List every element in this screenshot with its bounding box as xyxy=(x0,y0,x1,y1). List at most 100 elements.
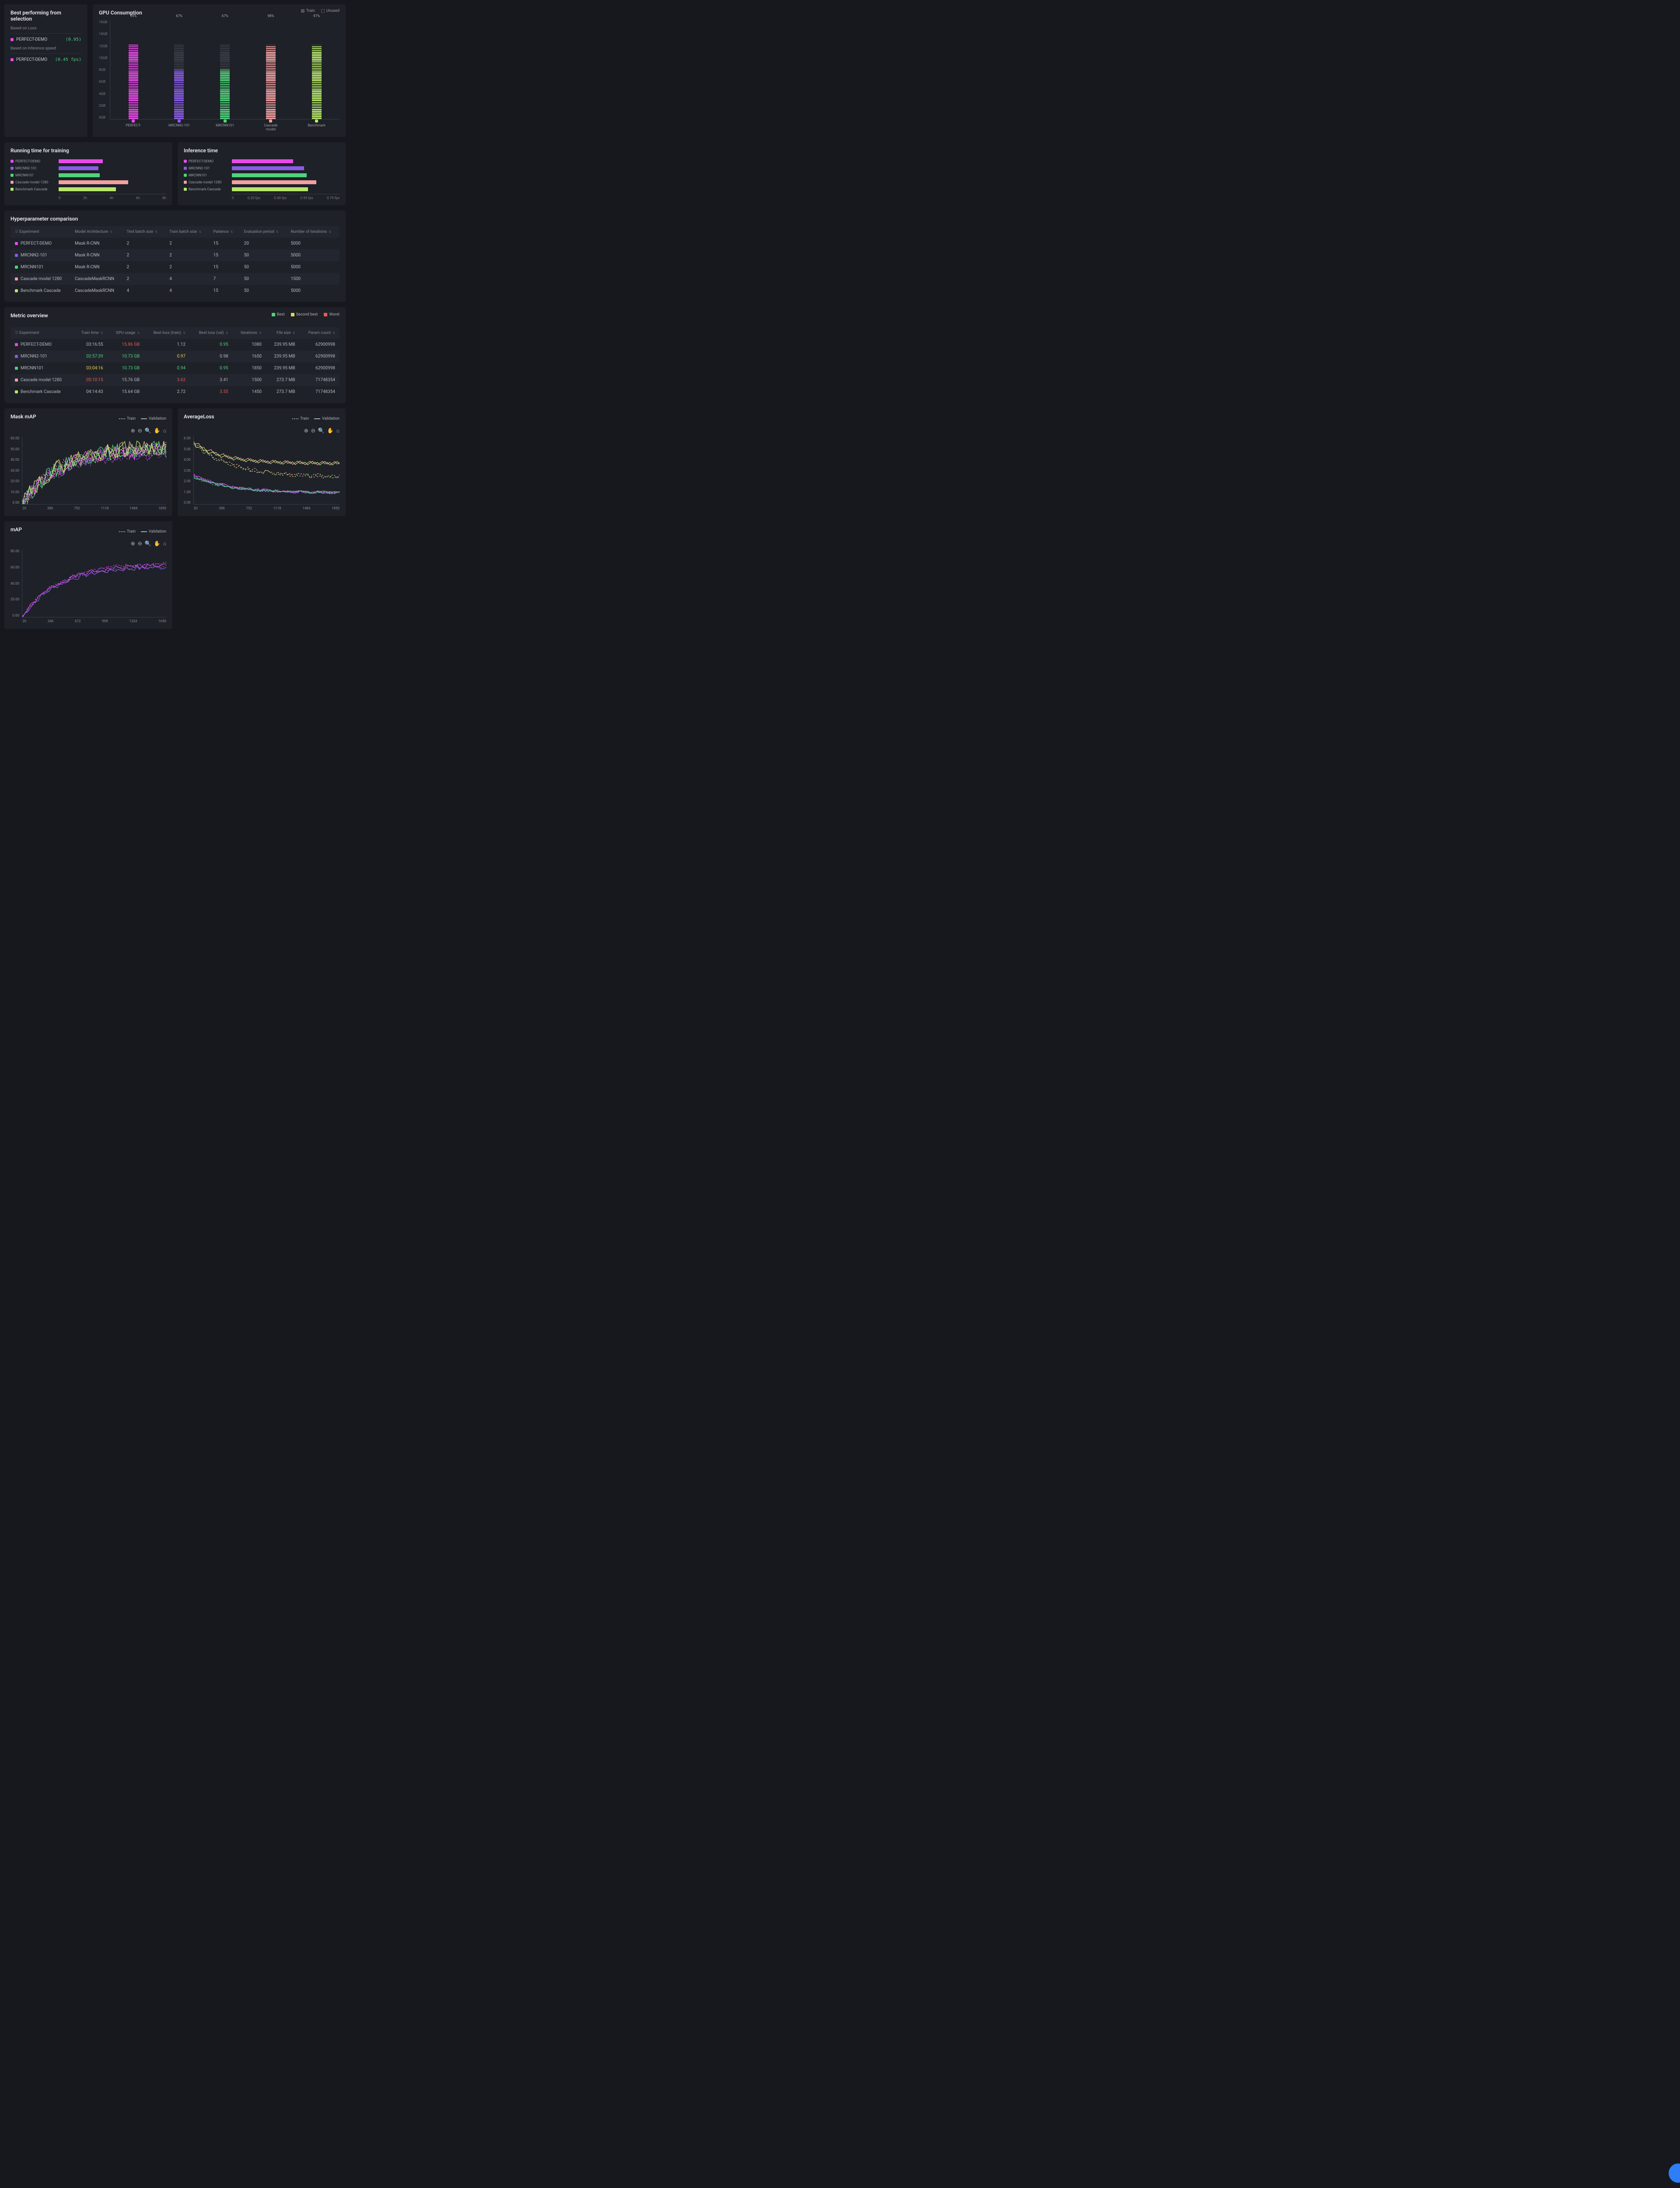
column-header[interactable]: Test batch size ⇅ xyxy=(122,226,165,238)
column-header[interactable]: ☰ Experiment xyxy=(10,327,73,339)
hbar-fill[interactable] xyxy=(232,187,308,191)
zoom-out-icon[interactable]: ⊖ xyxy=(138,540,142,547)
hbar-fill[interactable] xyxy=(59,180,128,184)
table-row[interactable]: MRCNN10103:04:1610.73 GB0.940.951850239.… xyxy=(10,362,340,374)
gpu-bar[interactable]: 67% xyxy=(220,20,230,119)
gpu-pct-label: 67% xyxy=(222,14,228,18)
sort-icon[interactable]: ⇅ xyxy=(101,331,103,335)
sort-icon[interactable]: ⇅ xyxy=(110,230,112,234)
sort-icon[interactable]: ⇅ xyxy=(332,331,335,335)
column-header[interactable]: Param count ⇅ xyxy=(300,327,340,339)
experiment-dot xyxy=(10,58,14,61)
home-icon[interactable]: ⌂ xyxy=(163,428,166,434)
legend-validation: Validation xyxy=(141,417,166,421)
home-icon[interactable]: ⌂ xyxy=(336,428,340,434)
table-row[interactable]: Benchmark CascadeCascadeMaskRCNN44155050… xyxy=(10,285,340,297)
column-header[interactable]: Patience ⇅ xyxy=(209,226,240,238)
hbar-fill[interactable] xyxy=(59,166,98,170)
zoom-out-icon[interactable]: ⊖ xyxy=(311,428,315,434)
sort-icon[interactable]: ⇅ xyxy=(137,331,140,335)
gpu-x-axis: PERFECT-MRCNN2-101MRCNN101Cascade modelB… xyxy=(110,119,340,131)
zoom-in-icon[interactable]: ⊕ xyxy=(131,428,135,434)
table-row[interactable]: MRCNN2-101Mask R-CNN2215505000 xyxy=(10,249,340,261)
chart-toolbar: ⊕⊖🔍✋⌂ xyxy=(10,428,166,434)
sort-icon[interactable]: ⇅ xyxy=(329,230,331,234)
column-header[interactable]: Train batch size ⇅ xyxy=(165,226,209,238)
pan-icon[interactable]: ✋ xyxy=(327,428,334,434)
hbar-fill[interactable] xyxy=(59,187,116,191)
hbar-fill[interactable] xyxy=(59,173,100,177)
gpu-bar[interactable]: 97% xyxy=(312,20,322,119)
column-header[interactable]: Evaluation period ⇅ xyxy=(240,226,287,238)
panel-title: Inference time xyxy=(184,147,340,154)
map-panel: mAPTrainValidation⊕⊖🔍✋⌂80.0060.0040.0020… xyxy=(4,521,172,629)
hbar-fill[interactable] xyxy=(232,159,293,163)
help-fab-button[interactable] xyxy=(1669,2163,1680,2183)
hbar-label: MRCNN101 xyxy=(184,173,230,177)
chart-toolbar: ⊕⊖🔍✋⌂ xyxy=(184,428,340,434)
gpu-x-label: PERFECT- xyxy=(122,119,144,131)
column-header[interactable]: GPU usage ⇅ xyxy=(108,327,144,339)
divider xyxy=(10,33,81,34)
sort-icon[interactable]: ⇅ xyxy=(293,331,295,335)
column-header[interactable]: ☰ Experiment xyxy=(10,226,70,238)
hbar-fill[interactable] xyxy=(232,173,307,177)
based-on-loss-label: Based on Loss: xyxy=(10,26,81,31)
zoom-in-icon[interactable]: ⊕ xyxy=(131,540,135,547)
sort-icon[interactable]: ⇅ xyxy=(276,230,279,234)
hbar-label: MRCNN2-101 xyxy=(10,166,56,170)
hbar-fill[interactable] xyxy=(232,166,304,170)
gpu-bar[interactable]: 67% xyxy=(174,20,184,119)
reset-icon[interactable]: 🔍 xyxy=(145,540,151,547)
table-row[interactable]: PERFECT-DEMO03:16:5515.86 GB1.120.951080… xyxy=(10,339,340,351)
hyperparameter-table: ☰ ExperimentModel Architecture ⇅Test bat… xyxy=(10,226,340,297)
gpu-x-label: Benchmark xyxy=(306,119,328,131)
column-header[interactable]: Best loss (val) ⇅ xyxy=(190,327,233,339)
hbar-label: Benchmark Cascade xyxy=(184,187,230,191)
based-on-speed-label: Based on Inference speed: xyxy=(10,46,81,51)
hbar-label: Cascade model 1280 xyxy=(10,180,56,184)
column-header[interactable]: Train time ⇅ xyxy=(73,327,108,339)
zoom-in-icon[interactable]: ⊕ xyxy=(304,428,308,434)
column-header[interactable]: Best loss (train) ⇅ xyxy=(144,327,190,339)
hbar-fill[interactable] xyxy=(232,180,316,184)
pan-icon[interactable]: ✋ xyxy=(154,428,161,434)
gpu-legend: Train Unused xyxy=(301,9,340,13)
gpu-bar[interactable]: 98% xyxy=(266,20,276,119)
sort-icon[interactable]: ⇅ xyxy=(183,331,186,335)
line-chart-svg[interactable] xyxy=(194,436,340,504)
hbar-row: MRCNN101 xyxy=(232,172,340,178)
table-row[interactable]: PERFECT-DEMOMask R-CNN2215205000 xyxy=(10,238,340,249)
filter-icon[interactable]: ☰ xyxy=(15,230,18,234)
table-row[interactable]: Cascade model 128005:10:1515.76 GB3.623.… xyxy=(10,374,340,386)
hbar-row: MRCNN101 xyxy=(59,172,166,178)
line-chart-svg[interactable] xyxy=(22,549,166,617)
pan-icon[interactable]: ✋ xyxy=(154,540,161,547)
speed-winner-row: PERFECT-DEMO (0.45 fps) xyxy=(10,57,81,62)
column-header[interactable]: File size ⇅ xyxy=(266,327,300,339)
gpu-bar[interactable]: 99% xyxy=(129,20,138,119)
sort-icon[interactable]: ⇅ xyxy=(231,230,233,234)
sort-icon[interactable]: ⇅ xyxy=(155,230,158,234)
reset-icon[interactable]: 🔍 xyxy=(318,428,325,434)
table-row[interactable]: Cascade model 1280CascadeMaskRCNN2475015… xyxy=(10,273,340,285)
line-chart-svg[interactable] xyxy=(22,436,166,504)
table-row[interactable]: Benchmark Cascade04:14:4315.64 GB2.723.5… xyxy=(10,386,340,398)
legend-second-best: Second best xyxy=(291,312,318,317)
table-row[interactable]: MRCNN2-10102:57:3910.73 GB0.970.98165023… xyxy=(10,351,340,362)
filter-icon[interactable]: ☰ xyxy=(15,331,18,335)
sort-icon[interactable]: ⇅ xyxy=(226,331,228,335)
reset-icon[interactable]: 🔍 xyxy=(145,428,151,434)
mask-map-panel: Mask mAPTrainValidation⊕⊖🔍✋⌂60.0050.0040… xyxy=(4,408,172,516)
table-row[interactable]: MRCNN101Mask R-CNN2215505000 xyxy=(10,261,340,273)
sort-icon[interactable]: ⇅ xyxy=(259,331,262,335)
column-header[interactable]: Iterations ⇅ xyxy=(233,327,266,339)
zoom-out-icon[interactable]: ⊖ xyxy=(138,428,142,434)
x-axis: 20386752111814841850 xyxy=(194,506,340,510)
home-icon[interactable]: ⌂ xyxy=(163,540,166,547)
legend-train: Train xyxy=(119,529,136,534)
column-header[interactable]: Model Architecture ⇅ xyxy=(70,226,122,238)
sort-icon[interactable]: ⇅ xyxy=(199,230,201,234)
hbar-fill[interactable] xyxy=(59,159,103,163)
column-header[interactable]: Number of iterations ⇅ xyxy=(287,226,340,238)
